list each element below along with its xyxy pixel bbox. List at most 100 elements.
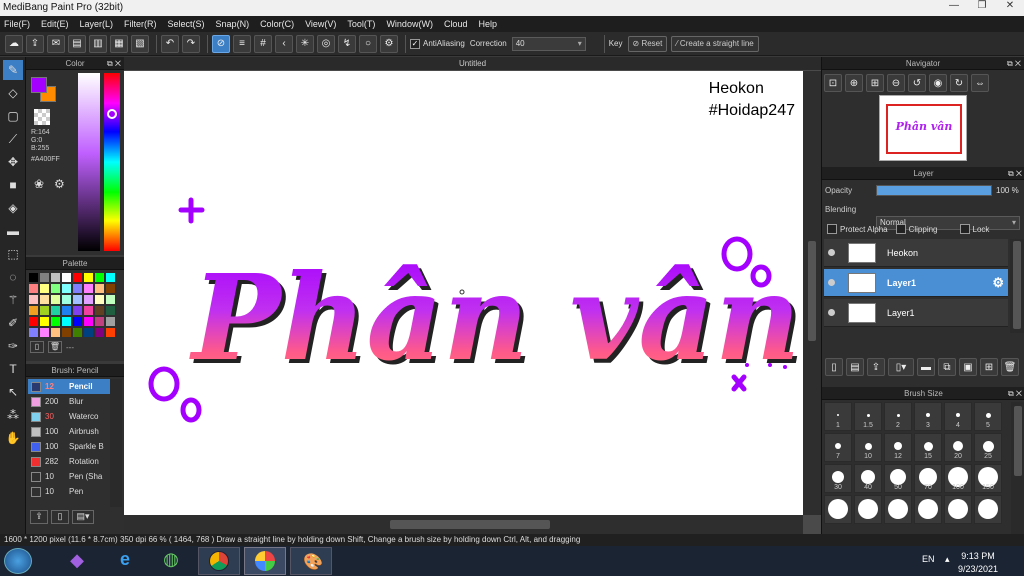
brush-size-cell[interactable] — [824, 495, 852, 524]
brush-size-cell[interactable] — [974, 495, 1002, 524]
palette-swatch[interactable] — [106, 295, 115, 304]
palette-swatch[interactable] — [84, 295, 93, 304]
palette-swatch[interactable] — [106, 273, 115, 282]
brush-size-cell[interactable]: 40 — [854, 464, 882, 493]
panel-float-icon[interactable]: ⧉ ✕ — [107, 57, 121, 70]
palette-swatch[interactable] — [40, 273, 49, 282]
layer-add-menu-icon[interactable]: ▯▾ — [888, 358, 914, 376]
select-pen-tool-icon[interactable]: ✐ — [3, 313, 23, 333]
redo-icon[interactable]: ↷ — [182, 34, 200, 53]
share-icon[interactable]: ⇪ — [26, 34, 44, 53]
clock[interactable]: 9:13 PM 9/23/2021 — [958, 550, 998, 576]
cloud-icon[interactable]: ☁ — [5, 34, 23, 53]
palette-swatch[interactable] — [95, 328, 104, 337]
palette-swatch[interactable] — [62, 273, 71, 282]
palette-swatch[interactable] — [51, 273, 60, 282]
add-brush-icon[interactable]: ⇪ — [30, 510, 48, 524]
panel-float-icon[interactable]: ⧉ ✕ — [1007, 57, 1021, 70]
close-button[interactable]: ✕ — [996, 0, 1024, 16]
layer-row[interactable]: Layer1 — [824, 299, 1008, 327]
copy-brush-icon[interactable]: ▯ — [51, 510, 69, 524]
duplicate-layer-icon[interactable]: ⧉ — [938, 358, 956, 376]
color-mix-icon[interactable]: ⚙ — [54, 177, 65, 191]
palette-swatch[interactable] — [73, 295, 82, 304]
magic-wand-tool-icon[interactable]: ⚚ — [3, 290, 23, 310]
menu-cloud[interactable]: Cloud — [444, 19, 468, 29]
rectangle-tool-icon[interactable]: ▢ — [3, 106, 23, 126]
palette-swatch[interactable] — [73, 306, 82, 315]
horizontal-scroll-thumb[interactable] — [390, 520, 550, 529]
hue-bar[interactable] — [104, 73, 120, 251]
protect-alpha-checkbox[interactable] — [827, 224, 837, 234]
palette-swatch[interactable] — [40, 328, 49, 337]
transparent-swatch[interactable] — [34, 109, 50, 125]
chrome-taskbar-button[interactable] — [198, 547, 240, 575]
menu-file[interactable]: File(F) — [4, 19, 30, 29]
palette-swatch[interactable] — [51, 328, 60, 337]
brush-size-cell[interactable]: 20 — [944, 433, 972, 462]
brush-size-cell[interactable]: 12 — [884, 433, 912, 462]
palette-swatch[interactable] — [95, 273, 104, 282]
snap-curve-icon[interactable]: ↯ — [338, 34, 356, 53]
zoom-actual-icon[interactable]: ⊞ — [866, 74, 884, 92]
snap-settings-icon[interactable]: ⚙ — [380, 34, 398, 53]
palette-swatch[interactable] — [73, 284, 82, 293]
layer-scroll-thumb[interactable] — [1013, 241, 1021, 329]
menu-color[interactable]: Color(C) — [260, 19, 294, 29]
hand-tool-icon[interactable]: ✋ — [3, 428, 23, 448]
palette-swatch[interactable] — [106, 328, 115, 337]
zoom-out-icon[interactable]: ⊖ — [887, 74, 905, 92]
brush-size-scroll-thumb[interactable] — [1014, 406, 1022, 476]
hue-picker-handle[interactable] — [107, 109, 117, 119]
brush-item[interactable]: 200 Blur — [28, 394, 112, 409]
eraser-tool-icon[interactable]: ◇ — [3, 83, 23, 103]
palette-swatch[interactable] — [106, 284, 115, 293]
brush-size-cell[interactable]: 30 — [824, 464, 852, 493]
menu-view[interactable]: View(V) — [305, 19, 336, 29]
palette-swatch[interactable] — [95, 284, 104, 293]
start-button[interactable] — [4, 548, 32, 574]
merge-layer-icon[interactable]: ▣ — [959, 358, 977, 376]
brush-size-cell[interactable] — [854, 495, 882, 524]
palette-swatch[interactable] — [29, 317, 38, 326]
minimize-button[interactable]: — — [940, 0, 968, 16]
rotate-left-icon[interactable]: ↺ — [908, 74, 926, 92]
palette-swatch[interactable] — [95, 317, 104, 326]
delete-color-icon[interactable]: 🗑 — [48, 341, 62, 353]
opacity-slider[interactable] — [876, 185, 992, 196]
visibility-eye-icon[interactable] — [828, 279, 835, 286]
vertical-scrollbar[interactable] — [803, 71, 821, 515]
new-layer-icon[interactable]: ▯ — [825, 358, 843, 376]
menu-layer[interactable]: Layer(L) — [80, 19, 114, 29]
drawing-canvas[interactable]: Heokon #Hoidap247 Phân vân Phân vân — [124, 71, 803, 515]
brush-size-cell[interactable]: 70 — [914, 464, 942, 493]
menu-select[interactable]: Select(S) — [168, 19, 205, 29]
snap-radial-icon[interactable]: ✳ — [296, 34, 314, 53]
medibang-taskbar-button[interactable] — [244, 547, 286, 575]
palette-swatch[interactable] — [84, 306, 93, 315]
brush-size-cell[interactable]: 100 — [944, 464, 972, 493]
visibility-eye-icon[interactable] — [828, 249, 835, 256]
palette-swatch[interactable] — [62, 295, 71, 304]
snap-circle-icon[interactable]: ◎ — [317, 34, 335, 53]
snap-cross-icon[interactable]: # — [254, 34, 272, 53]
palette-swatch[interactable] — [95, 295, 104, 304]
palette-swatch[interactable] — [73, 328, 82, 337]
internet-explorer-icon[interactable]: e — [112, 549, 138, 573]
navigator-thumbnail[interactable]: Phân vân — [879, 95, 967, 161]
palette-swatch[interactable] — [29, 295, 38, 304]
material-icon[interactable]: ▧ — [131, 34, 149, 53]
menu-snap[interactable]: Snap(N) — [216, 19, 250, 29]
palette-swatch[interactable] — [29, 284, 38, 293]
folder-icon[interactable]: ▬ — [917, 358, 935, 376]
correction-select[interactable]: 40 — [511, 36, 586, 51]
operation-tool-icon[interactable]: ↖ — [3, 382, 23, 402]
brush-tool-icon[interactable]: ✎ — [3, 60, 23, 80]
page-icon[interactable]: ▥ — [89, 34, 107, 53]
add-color-icon[interactable]: ▯ — [30, 341, 44, 353]
menu-filter[interactable]: Filter(R) — [124, 19, 157, 29]
panel-float-icon[interactable]: ⧉ ✕ — [1008, 167, 1022, 180]
brush-size-cell[interactable]: 3 — [914, 402, 942, 431]
palette-swatch[interactable] — [84, 284, 93, 293]
brush-item[interactable]: 10 Pen (Sha — [28, 469, 112, 484]
